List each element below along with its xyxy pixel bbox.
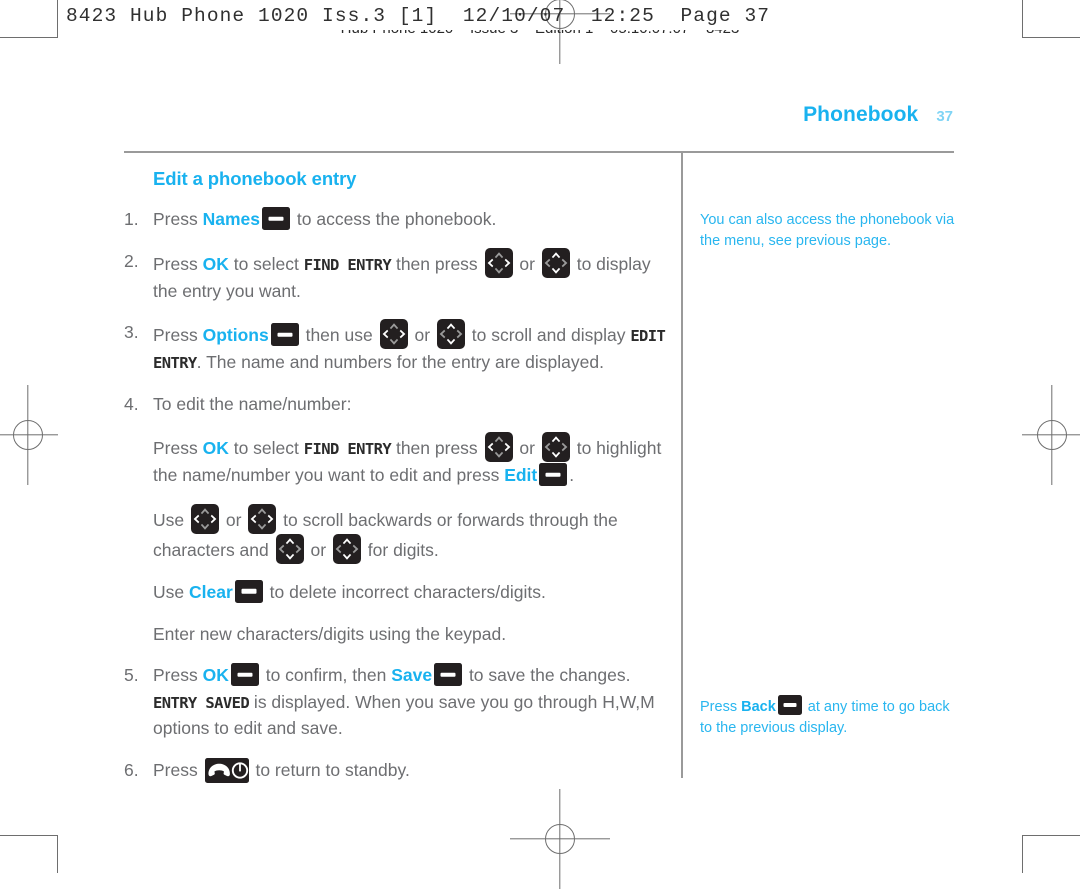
- instruction-step-list: 1. Press Names to access the phonebook. 2.…: [124, 206, 672, 784]
- body-text: Press: [153, 665, 203, 686]
- body-text: to select: [228, 253, 304, 274]
- end-call-power-icon: [204, 757, 249, 783]
- instruction-substep: Use Clear to delete incorrect characters…: [124, 579, 672, 606]
- body-text: Press: [153, 438, 203, 459]
- body-text: Press: [153, 209, 203, 229]
- nav-up-down-icon: [275, 533, 304, 564]
- body-text: Use: [153, 509, 189, 530]
- nav-left-right-icon: [484, 247, 513, 278]
- nav-up-down-icon: [436, 319, 465, 350]
- softkey-label: OK: [202, 665, 229, 686]
- instruction-substep: Use or to scroll backwards or forwards t…: [124, 503, 672, 564]
- step-body: Press Names to access the phonebook.: [153, 207, 497, 230]
- body-text: then use: [300, 325, 378, 346]
- main-column: Edit a phonebook entry 1. Press Names to …: [124, 168, 672, 799]
- nav-left-right-icon: [379, 319, 408, 350]
- instruction-step: 1. Press Names to access the phonebook.: [124, 206, 672, 233]
- body-text: or: [409, 325, 435, 346]
- lcd-display-text: ENTRY SAVED: [153, 693, 250, 712]
- body-text: or: [514, 253, 540, 274]
- body-text: for digits.: [362, 539, 439, 560]
- softkey-icon: [777, 695, 802, 715]
- nav-left-right-icon: [190, 503, 219, 534]
- instruction-substep: Enter new characters/digits using the ke…: [124, 621, 672, 648]
- step-number: 2.: [124, 250, 139, 271]
- step-number: 3.: [124, 322, 139, 343]
- nav-left-right-icon: [484, 432, 513, 463]
- instruction-step: 6. Press to return to standby.: [124, 757, 672, 784]
- side-notes-column: You can also access the phonebook via th…: [700, 210, 962, 736]
- header-divider-rule: [124, 151, 954, 153]
- body-text: Press: [153, 759, 203, 780]
- manual-page: Phonebook 37 Edit a phonebook entry 1. Pr…: [0, 0, 1080, 873]
- nav-up-down-icon: [541, 247, 570, 278]
- body-text: . The name and numbers for the entry are…: [196, 352, 604, 373]
- body-text: to confirm, then: [260, 665, 392, 686]
- softkey-icon: [270, 323, 299, 347]
- body-text: Press: [700, 699, 742, 715]
- step-number: 4.: [124, 393, 139, 414]
- softkey-label: Options: [202, 325, 269, 346]
- body-text: You can also access the phonebook via th…: [700, 212, 955, 249]
- page-header: Phonebook 37: [803, 103, 953, 127]
- lcd-display-text: FIND ENTRY: [303, 440, 392, 459]
- body-text: then press: [391, 253, 483, 274]
- body-text: or: [514, 438, 540, 459]
- instruction-substep: Press OK to select FIND ENTRY then press…: [124, 432, 672, 489]
- softkey-label: Back: [741, 699, 776, 715]
- side-note: Press Back at any time to go back to the…: [700, 695, 962, 738]
- lcd-display-text: FIND ENTRY: [303, 255, 392, 274]
- nav-up-down-icon: [541, 432, 570, 463]
- page-title: Phonebook: [803, 103, 919, 126]
- body-text: Press: [153, 325, 203, 346]
- body-text: Enter new characters/digits using the ke…: [153, 623, 507, 644]
- body-text: To edit the name/number:: [153, 393, 352, 414]
- body-text: Press: [153, 253, 203, 274]
- softkey-label: Names: [202, 209, 261, 229]
- softkey-label: Save: [391, 665, 433, 686]
- step-number: 5.: [124, 665, 139, 686]
- softkey-icon: [434, 663, 463, 687]
- step-body: Press OK to select FIND ENTRY then press…: [153, 247, 651, 301]
- body-text: to scroll and display: [466, 325, 631, 346]
- step-body: Press Options then use or to scroll and …: [153, 319, 666, 373]
- body-text: or: [305, 539, 331, 560]
- instruction-step: 3. Press Options then use or to scroll an…: [124, 319, 672, 376]
- section-heading: Edit a phonebook entry: [153, 168, 357, 189]
- body-text: to delete incorrect characters/digits.: [264, 581, 546, 602]
- step-number: 1.: [124, 209, 139, 229]
- page-number: 37: [936, 108, 953, 125]
- step-body: Press to return to standby.: [153, 757, 410, 783]
- nav-left-right-icon: [248, 503, 277, 534]
- body-text: to access the phonebook.: [292, 209, 497, 229]
- step-body: To edit the name/number:: [153, 394, 351, 414]
- softkey-icon: [230, 663, 259, 687]
- body-text: .: [569, 465, 575, 486]
- instruction-step: 4. To edit the name/number:: [124, 391, 672, 418]
- step-number: 6.: [124, 759, 139, 780]
- body-text: Use: [153, 581, 189, 602]
- body-text: to return to standby.: [250, 759, 410, 780]
- instruction-step: 2. Press OK to select FIND ENTRY then pre…: [124, 247, 672, 305]
- softkey-icon: [539, 463, 568, 487]
- softkey-label: Edit: [504, 465, 538, 486]
- softkey-label: OK: [202, 253, 229, 274]
- body-text: to select: [228, 438, 304, 459]
- column-divider-rule: [681, 153, 683, 778]
- body-text: or: [220, 509, 247, 530]
- softkey-icon: [234, 579, 263, 603]
- body-text: then press: [391, 438, 483, 459]
- softkey-label: Clear: [188, 581, 233, 602]
- side-note: You can also access the phonebook via th…: [700, 210, 962, 251]
- instruction-step: 5. Press OK to confirm, then Save to save…: [124, 662, 672, 742]
- step-body: Press OK to confirm, then Save to save t…: [153, 663, 655, 738]
- softkey-icon: [262, 207, 291, 230]
- softkey-label: OK: [202, 438, 229, 459]
- nav-up-down-icon: [332, 533, 361, 564]
- body-text: to save the changes.: [464, 665, 631, 686]
